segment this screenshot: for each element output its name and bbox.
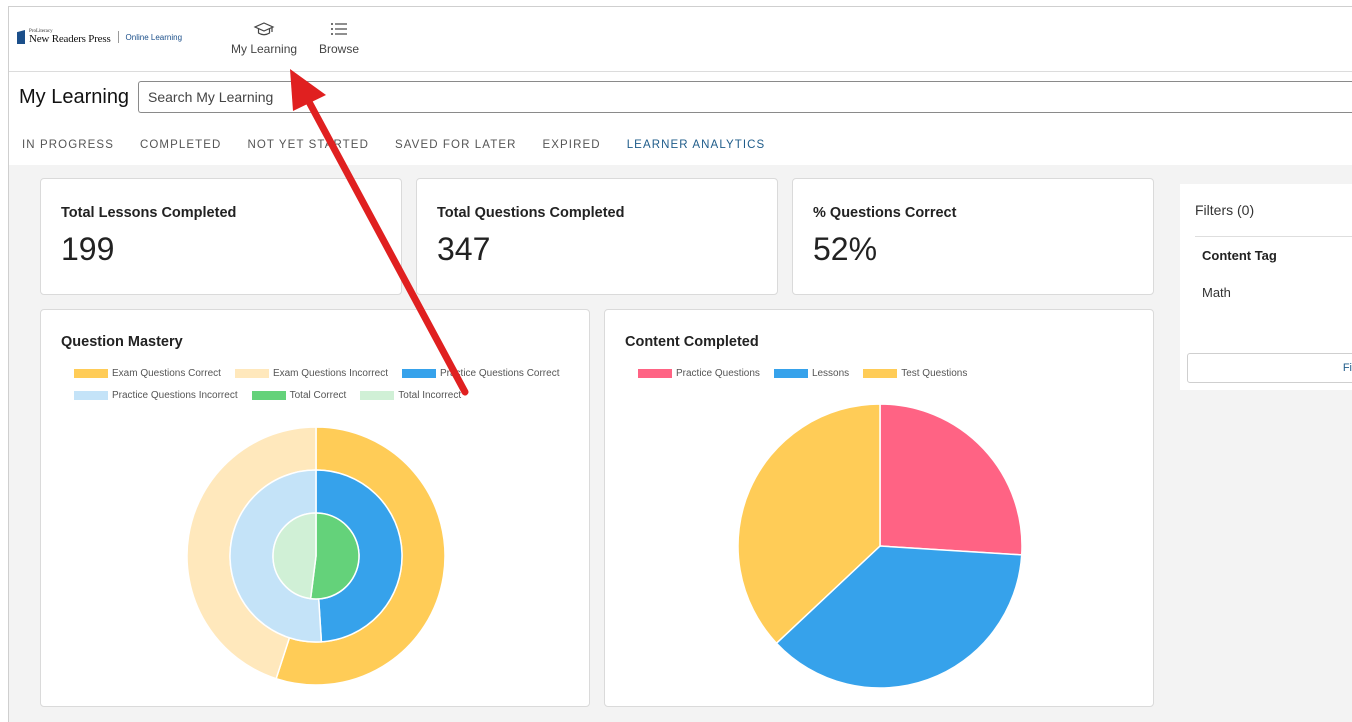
stat-card-lessons: Total Lessons Completed 199	[40, 178, 402, 295]
stat-value: 347	[437, 231, 491, 267]
filters-panel: Filters (0) Content Tag Math Fi	[1180, 184, 1352, 390]
filter-heading-content-tag[interactable]: Content Tag	[1202, 248, 1277, 263]
stat-card-percent-correct: % Questions Correct 52%	[792, 178, 1154, 295]
tab-in-progress[interactable]: IN PROGRESS	[9, 131, 127, 166]
brand-logo[interactable]: ProLiteracy New Readers Press Online Lea…	[17, 29, 182, 45]
book-icon	[17, 30, 25, 44]
nav-browse-label: Browse	[319, 42, 360, 56]
stat-value: 52%	[813, 231, 878, 267]
question-mastery-chart	[186, 426, 446, 686]
stat-label: Total Lessons Completed	[61, 205, 237, 221]
tab-completed[interactable]: COMPLETED	[127, 131, 234, 166]
tab-bar: IN PROGRESS COMPLETED NOT YET STARTED SA…	[9, 131, 779, 168]
top-nav: ProLiteracy New Readers Press Online Lea…	[9, 7, 1352, 72]
graduation-cap-icon	[253, 22, 275, 36]
filters-title: Filters (0)	[1195, 202, 1255, 218]
tab-not-yet-started[interactable]: NOT YET STARTED	[234, 131, 382, 166]
tab-expired[interactable]: EXPIRED	[530, 131, 614, 166]
app-frame: ProLiteracy New Readers Press Online Lea…	[8, 6, 1352, 722]
nav-my-learning[interactable]: My Learning	[231, 21, 297, 56]
content-slice[interactable]	[879, 403, 1023, 556]
brand-sub: Online Learning	[125, 32, 183, 42]
search-input[interactable]	[138, 81, 1352, 113]
brand-divider	[117, 31, 119, 43]
tab-learner-analytics[interactable]: LEARNER ANALYTICS	[613, 131, 779, 168]
filter-option-math[interactable]: Math	[1202, 285, 1231, 300]
question-mastery-card: Question Mastery Exam Questions Correct …	[40, 309, 590, 707]
filters-apply-button[interactable]: Fi	[1187, 353, 1352, 383]
tab-saved-for-later[interactable]: SAVED FOR LATER	[382, 131, 530, 166]
filters-divider	[1195, 236, 1352, 237]
analytics-content: Total Lessons Completed 199 Total Questi…	[9, 165, 1352, 722]
brand-name: New Readers Press	[29, 33, 111, 45]
stat-value: 199	[61, 231, 115, 267]
nav-browse[interactable]: Browse	[319, 21, 359, 56]
content-completed-chart	[737, 403, 1023, 689]
stat-card-questions: Total Questions Completed 347	[416, 178, 778, 295]
stat-label: Total Questions Completed	[437, 205, 625, 221]
stat-label: % Questions Correct	[813, 205, 957, 221]
nav-my-learning-label: My Learning	[231, 42, 298, 56]
content-completed-card: Content Completed Practice Questions Les…	[604, 309, 1154, 707]
page-title: My Learning	[19, 86, 130, 108]
list-icon	[331, 23, 347, 35]
